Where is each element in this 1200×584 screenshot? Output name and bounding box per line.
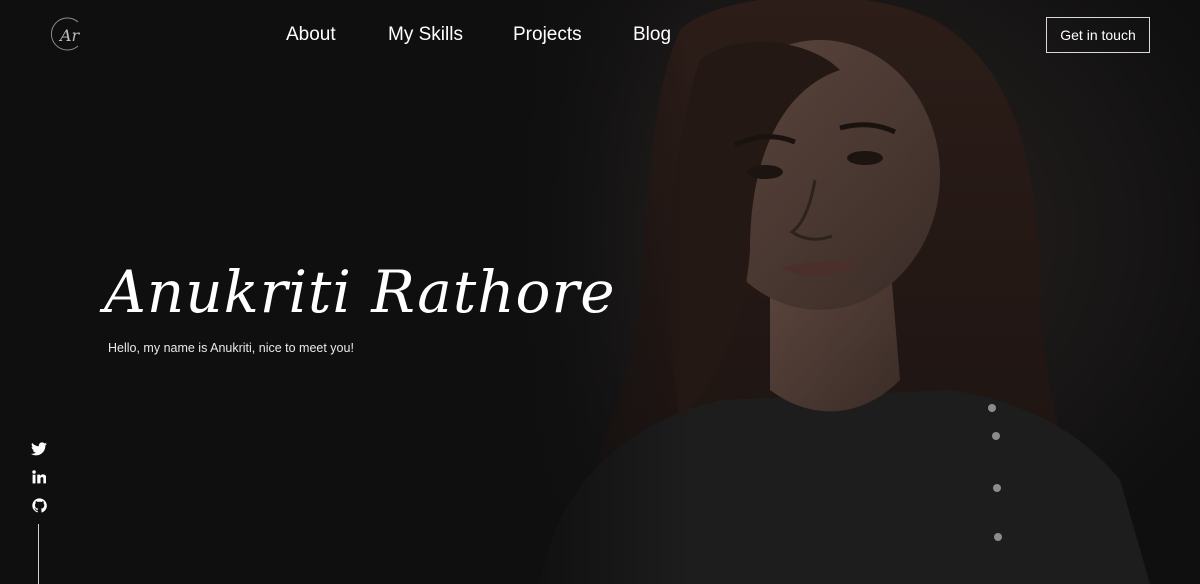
hero-name: Anukriti Rathore <box>104 258 616 326</box>
logo-text: Ar <box>58 26 81 45</box>
nav-my-skills[interactable]: My Skills <box>388 24 463 46</box>
linkedin-icon <box>32 470 46 484</box>
github-link[interactable] <box>28 498 50 516</box>
get-in-touch-button[interactable]: Get in touch <box>1046 17 1150 53</box>
twitter-icon <box>31 442 47 456</box>
github-icon <box>31 498 47 513</box>
logo[interactable]: Ar <box>48 16 86 52</box>
ar-monogram-logo-icon: Ar <box>50 17 81 51</box>
nav-about[interactable]: About <box>286 24 336 46</box>
twitter-link[interactable] <box>28 442 50 460</box>
nav-projects[interactable]: Projects <box>513 24 582 46</box>
linkedin-link[interactable] <box>28 470 50 488</box>
hero-tagline: Hello, my name is Anukriti, nice to meet… <box>108 341 354 355</box>
social-rail-divider <box>38 524 39 584</box>
nav-blog[interactable]: Blog <box>633 24 671 46</box>
social-links <box>28 442 50 526</box>
hero-portrait-image <box>520 0 1200 584</box>
